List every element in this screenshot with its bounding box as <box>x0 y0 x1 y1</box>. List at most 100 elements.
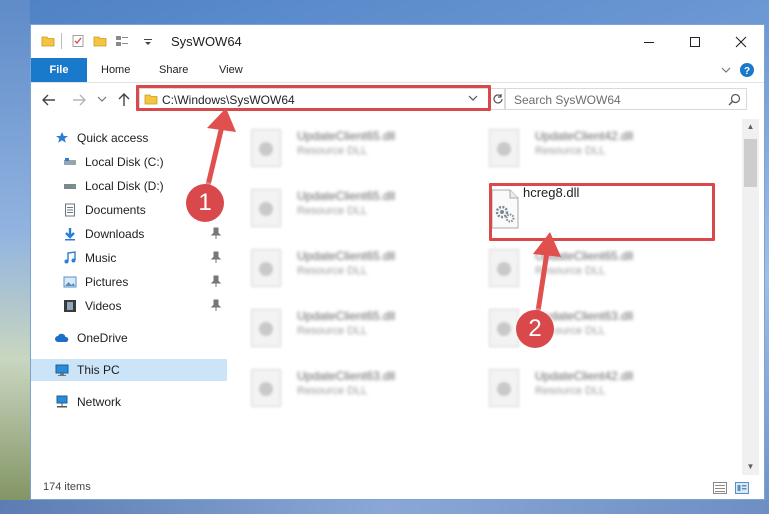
dll-file-icon <box>251 369 281 407</box>
file-list: UpdateClient65.dll Resource DLL UpdateCl… <box>227 119 743 479</box>
desktop-background <box>0 0 30 514</box>
status-bar: 174 items <box>31 477 764 499</box>
properties-icon[interactable] <box>71 34 85 48</box>
tab-view[interactable]: View <box>219 58 243 82</box>
sidebar-item-label: Local Disk (C:) <box>85 155 164 169</box>
sidebar-item-label: Local Disk (D:) <box>85 179 164 193</box>
list-item[interactable]: UpdateClient65.dll Resource DLL <box>465 243 695 293</box>
sidebar-item-label: Pictures <box>85 275 129 289</box>
file-type: Resource DLL <box>535 145 606 157</box>
list-item[interactable]: UpdateClient65.dll Resource DLL <box>227 243 457 293</box>
item-count: 174 items <box>43 481 91 493</box>
forward-arrow-icon[interactable] <box>71 93 87 107</box>
sidebar-item-label: Quick access <box>77 131 149 145</box>
pin-icon[interactable] <box>211 275 221 287</box>
chevron-down-icon[interactable] <box>143 34 153 48</box>
pin-icon[interactable] <box>211 251 221 263</box>
star-icon <box>56 132 68 143</box>
vertical-scrollbar[interactable]: ▲ ▼ <box>742 119 759 475</box>
dll-file-icon <box>489 309 519 347</box>
sidebar-item-this-pc[interactable]: This PC <box>31 359 227 381</box>
window-title: SysWOW64 <box>171 34 242 49</box>
list-item[interactable]: UpdateClient65.dll Resource DLL <box>227 303 457 353</box>
pin-icon[interactable] <box>211 299 221 311</box>
list-item[interactable]: UpdateClient63.dll Resource DLL <box>465 303 695 353</box>
refresh-button[interactable] <box>491 88 505 110</box>
sidebar-item-label: Music <box>85 251 117 265</box>
tiles-view-icon[interactable] <box>735 482 749 494</box>
expand-ribbon-icon[interactable] <box>721 65 731 75</box>
maximize-button[interactable] <box>672 25 718 58</box>
file-name: UpdateClient63.dll <box>297 369 396 383</box>
tab-home[interactable]: Home <box>101 58 130 82</box>
cloud-icon <box>55 333 69 342</box>
sidebar-item-downloads[interactable]: Downloads <box>31 223 227 245</box>
recent-locations-chevron-icon[interactable] <box>97 96 107 104</box>
folder-icon <box>41 36 55 47</box>
tab-share[interactable]: Share <box>159 58 188 82</box>
file-name: UpdateClient65.dll <box>535 249 634 263</box>
sidebar-item-pictures[interactable]: Pictures <box>31 271 227 293</box>
dll-file-icon <box>489 369 519 407</box>
music-icon <box>64 251 76 264</box>
scroll-down-icon[interactable]: ▼ <box>742 459 759 475</box>
sidebar-item-videos[interactable]: Videos <box>31 295 227 317</box>
minimize-button[interactable] <box>626 25 672 58</box>
customize-toolbar-icon[interactable] <box>115 34 129 48</box>
tab-file[interactable]: File <box>31 58 87 82</box>
scroll-thumb[interactable] <box>744 139 757 187</box>
network-icon <box>56 395 68 408</box>
pin-icon[interactable] <box>211 227 221 239</box>
list-item[interactable]: UpdateClient63.dll Resource DLL <box>227 363 457 413</box>
pictures-icon <box>63 276 77 288</box>
sidebar-item-onedrive[interactable]: OneDrive <box>31 327 227 349</box>
list-item[interactable]: UpdateClient42.dll Resource DLL <box>465 363 695 413</box>
back-arrow-icon[interactable] <box>41 93 57 107</box>
details-view-icon[interactable] <box>713 482 727 494</box>
file-type: Resource DLL <box>297 265 368 277</box>
dll-file-icon <box>489 129 519 167</box>
downloads-icon <box>65 228 75 241</box>
search-icon[interactable] <box>728 93 741 106</box>
videos-icon <box>64 300 76 312</box>
refresh-icon <box>493 94 503 104</box>
dll-file-icon <box>251 189 281 227</box>
scroll-up-icon[interactable]: ▲ <box>742 119 759 135</box>
file-name: UpdateClient65.dll <box>297 309 396 323</box>
close-button[interactable] <box>718 25 764 58</box>
new-folder-icon[interactable] <box>93 34 107 48</box>
sidebar-item-label: Downloads <box>85 227 145 241</box>
maximize-icon <box>690 36 700 47</box>
step-2-callout: 2 <box>516 310 554 348</box>
sidebar-item-local-disk-c[interactable]: Local Disk (C:) <box>31 151 227 173</box>
file-name: UpdateClient65.dll <box>297 249 396 263</box>
search-input[interactable]: Search SysWOW64 <box>505 88 747 110</box>
file-type: Resource DLL <box>297 205 368 217</box>
help-icon[interactable]: ? <box>739 62 755 78</box>
navigation-pane: Quick access Local Disk (C:) Local Disk … <box>31 119 227 479</box>
sidebar-item-label: Documents <box>85 203 146 217</box>
dll-file-icon <box>251 309 281 347</box>
documents-icon <box>65 203 75 217</box>
ribbon-tabs: File Home Share View ? <box>31 58 764 83</box>
sidebar-item-quick-access[interactable]: Quick access <box>31 127 227 149</box>
file-name: UpdateClient42.dll <box>535 129 634 143</box>
list-item[interactable]: UpdateClient42.dll Resource DLL <box>465 123 695 173</box>
file-type: Resource DLL <box>297 385 368 397</box>
file-type: Resource DLL <box>535 265 606 277</box>
drive-icon <box>64 184 76 189</box>
list-item[interactable]: UpdateClient65.dll Resource DLL <box>227 183 457 233</box>
file-name: UpdateClient65.dll <box>297 189 396 203</box>
list-item[interactable]: UpdateClient65.dll Resource DLL <box>227 123 457 173</box>
sidebar-item-network[interactable]: Network <box>31 391 227 413</box>
sidebar-item-music[interactable]: Music <box>31 247 227 269</box>
minimize-icon <box>644 41 654 43</box>
sidebar-item-label: Network <box>77 395 122 409</box>
step-1-callout: 1 <box>186 184 224 222</box>
file-name: UpdateClient42.dll <box>535 369 634 383</box>
file-name: UpdateClient65.dll <box>297 129 396 143</box>
file-highlight-box <box>489 183 715 241</box>
address-highlight-box <box>136 85 491 111</box>
up-arrow-icon[interactable] <box>117 91 131 107</box>
search-placeholder: Search SysWOW64 <box>514 93 621 107</box>
